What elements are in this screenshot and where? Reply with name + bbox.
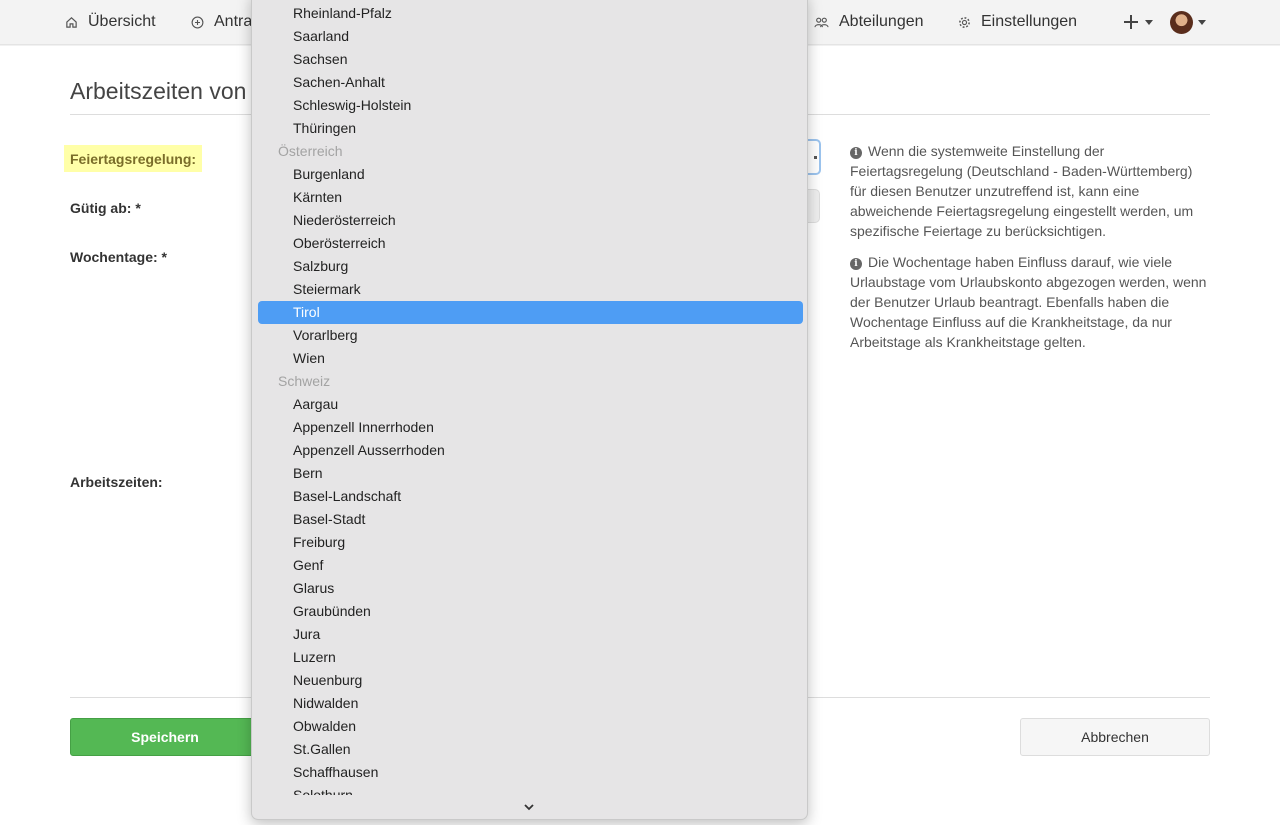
dropdown-option[interactable]: Saarland xyxy=(258,25,803,48)
dropdown-option[interactable]: Schaffhausen xyxy=(258,761,803,784)
dropdown-option[interactable]: Niederösterreich xyxy=(258,209,803,232)
plus-icon xyxy=(1124,15,1138,29)
dropdown-option[interactable]: Graubünden xyxy=(258,600,803,623)
weekdays-help: i Die Wochentage haben Einfluss darauf, w… xyxy=(850,252,1212,352)
info-icon: i xyxy=(850,147,862,159)
nav-overview-link[interactable]: Übersicht xyxy=(65,0,156,44)
dropdown-option[interactable]: Burgenland xyxy=(258,163,803,186)
dropdown-option[interactable]: Bern xyxy=(258,462,803,485)
dropdown-option[interactable]: Solothurn xyxy=(258,784,803,795)
nav-request-link[interactable]: Antra xyxy=(191,0,252,44)
plus-circle-icon xyxy=(191,16,204,28)
working-hours-label: Arbeitszeiten: xyxy=(70,474,163,490)
valid-from-label: Gütig ab: * xyxy=(70,200,141,216)
dropdown-option[interactable]: Oberösterreich xyxy=(258,232,803,255)
info-icon: i xyxy=(850,258,862,270)
dropdown-option[interactable]: Steiermark xyxy=(258,278,803,301)
dropdown-option[interactable]: Jura xyxy=(258,623,803,646)
gear-icon xyxy=(959,16,970,28)
dropdown-option[interactable]: Obwalden xyxy=(258,715,803,738)
dropdown-option[interactable]: Freiburg xyxy=(258,531,803,554)
user-menu-button[interactable] xyxy=(1170,0,1206,44)
dropdown-option[interactable]: Tirol xyxy=(258,301,803,324)
dropdown-option[interactable]: Genf xyxy=(258,554,803,577)
dropdown-option[interactable]: Luzern xyxy=(258,646,803,669)
nav-departments-link[interactable]: Abteilungen xyxy=(814,0,924,44)
create-menu-button[interactable] xyxy=(1122,0,1153,44)
holiday-rule-help-text: Wenn die systemweite Einstellung der Fei… xyxy=(850,143,1194,239)
dropdown-group-header: Schweiz xyxy=(278,373,331,389)
dropdown-option[interactable]: Vorarlberg xyxy=(258,324,803,347)
dropdown-option[interactable]: Appenzell Ausserrhoden xyxy=(258,439,803,462)
dropdown-option[interactable]: Kärnten xyxy=(258,186,803,209)
dropdown-option[interactable]: Aargau xyxy=(258,393,803,416)
weekdays-label: Wochentage: * xyxy=(70,249,167,265)
dropdown-option[interactable]: Thüringen xyxy=(258,117,803,140)
dropdown-option[interactable]: Schleswig-Holstein xyxy=(258,94,803,117)
chevron-down-icon xyxy=(1145,19,1153,25)
dropdown-option[interactable]: Rheinland-Pfalz xyxy=(258,2,803,25)
dropdown-option[interactable]: Glarus xyxy=(258,577,803,600)
avatar xyxy=(1170,10,1193,34)
dropdown-option[interactable]: Salzburg xyxy=(258,255,803,278)
nav-settings-label: Einstellungen xyxy=(981,13,1078,30)
users-icon xyxy=(814,17,829,27)
dropdown-option[interactable]: Sachsen xyxy=(258,48,803,71)
nav-overview-label: Übersicht xyxy=(88,13,156,30)
nav-departments-label: Abteilungen xyxy=(839,13,924,30)
holiday-rule-label: Feiertagsregelung: xyxy=(64,145,203,172)
dropdown-option[interactable]: Wien xyxy=(258,347,803,370)
valid-from-field[interactable] xyxy=(806,189,820,223)
dropdown-option[interactable]: Appenzell Innerrhoden xyxy=(258,416,803,439)
weekdays-help-text: Die Wochentage haben Einfluss darauf, wi… xyxy=(850,254,1207,350)
nav-settings-link[interactable]: Einstellungen xyxy=(958,0,1077,44)
chevron-down-icon xyxy=(1198,19,1206,25)
home-icon xyxy=(66,16,77,28)
dropdown-option[interactable]: Neuenburg xyxy=(258,669,803,692)
dropdown-option[interactable]: Basel-Stadt xyxy=(258,508,803,531)
dropdown-option[interactable]: Nidwalden xyxy=(258,692,803,715)
cancel-button[interactable]: Abbrechen xyxy=(1020,718,1210,756)
dropdown-option[interactable]: Sachen-Anhalt xyxy=(258,71,803,94)
holiday-rule-dropdown[interactable]: Rheinland-Pfalz Saarland Sachsen Sachen-Anh… xyxy=(251,0,808,820)
dropdown-group-header: Österreich xyxy=(278,143,343,159)
dropdown-option[interactable]: St.Gallen xyxy=(258,738,803,761)
save-button[interactable]: Speichern xyxy=(70,718,260,756)
holiday-rule-help: i Wenn die systemweite Einstellung der Fe… xyxy=(850,141,1212,241)
scroll-down-chevron-icon[interactable] xyxy=(522,800,536,814)
holiday-rule-select[interactable] xyxy=(806,139,821,175)
dropdown-option[interactable]: Basel-Landschaft xyxy=(258,485,803,508)
nav-request-label: Antra xyxy=(214,13,253,30)
page-title: Arbeitszeiten von xyxy=(70,78,247,104)
dropdown-options: Rheinland-Pfalz Saarland Sachsen Sachen-Anh… xyxy=(252,0,807,795)
